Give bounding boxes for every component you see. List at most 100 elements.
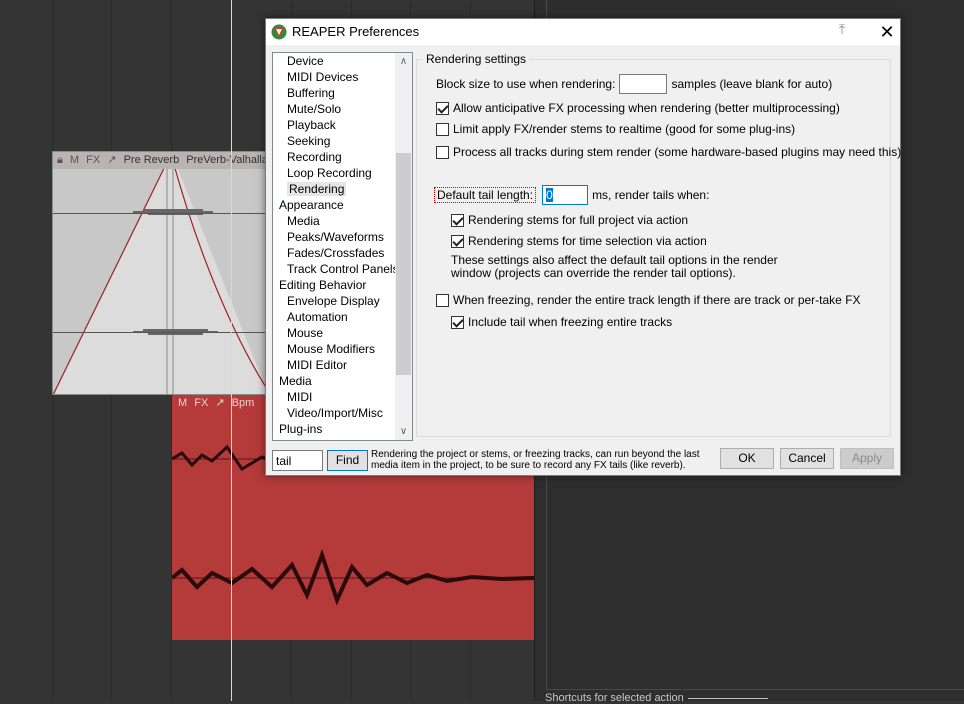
category-item[interactable]: Fades/Crossfades [273,245,396,261]
section-title: Rendering settings [423,52,530,66]
category-item[interactable]: Mouse [273,325,396,341]
category-label: Seeking [287,134,331,148]
category-item[interactable]: MIDI [273,389,396,405]
find-button[interactable]: Find [327,450,368,471]
category-item[interactable]: Plug-ins [273,421,396,437]
category-item[interactable]: Mouse Modifiers [273,341,396,357]
checkbox-label: When freezing, render the entire track l… [453,293,861,307]
category-item[interactable]: Editing Behavior [273,277,396,293]
checkbox-box[interactable] [436,122,449,136]
block-size-input[interactable] [619,74,668,94]
checkbox-label: Rendering stems for time selection via a… [468,234,707,248]
category-label: Buffering [287,86,335,100]
waveform-fade-graphic [53,152,267,394]
category-label: Playback [287,118,336,132]
item-name: Bpm [231,397,255,409]
checkbox-box[interactable] [451,234,464,248]
rendering-settings-group: Rendering settings [416,52,891,437]
category-list[interactable]: Device MIDI Devices Buffering Mute/Solo Play… [272,52,413,441]
checkbox-box[interactable] [436,101,449,115]
include-tail-checkbox[interactable]: Include tail when freezing entire tracks [451,315,672,329]
pin-icon[interactable]: ⤒ [834,21,850,41]
scroll-down-icon[interactable]: ∨ [395,423,412,440]
block-size-label: Block size to use when rendering: [436,77,616,91]
category-label: Editing Behavior [279,278,367,292]
freeze-entire-track-checkbox[interactable]: When freezing, render the entire track l… [436,293,861,307]
category-item[interactable]: Loop Recording [273,165,396,181]
category-label: Video/Import/Misc [287,406,383,420]
search-input[interactable] [272,450,323,471]
fx-button[interactable]: FX [194,397,208,409]
tail-length-label: Default tail length: [434,187,537,203]
setting-hint-text: Rendering the project or stems, or freez… [371,449,700,471]
limit-realtime-checkbox[interactable]: Limit apply FX/render stems to realtime … [436,122,795,136]
checkbox-box[interactable] [451,213,464,227]
category-item[interactable]: Recording [273,149,396,165]
process-all-tracks-checkbox[interactable]: Process all tracks during stem render (s… [436,145,901,159]
block-size-row: Block size to use when rendering: sample… [436,74,832,94]
category-item[interactable]: MIDI Editor [273,357,396,373]
mute-button[interactable]: M [178,397,187,409]
category-label: Plug-ins [279,422,323,436]
tail-length-input[interactable]: 0 [542,185,589,205]
category-label: Media [287,214,320,228]
category-item[interactable]: Track Control Panels [273,261,399,277]
category-label: Media [279,374,312,388]
envelope-icon[interactable]: ↗ [215,397,224,409]
category-item[interactable]: Envelope Display [273,293,396,309]
category-label: Automation [287,310,348,324]
category-label: MIDI Editor [287,358,348,372]
stems-time-selection-checkbox[interactable]: Rendering stems for time selection via a… [451,234,707,248]
category-item[interactable]: Buffering [273,85,396,101]
tail-settings-note: These settings also affect the default t… [451,253,778,280]
category-label: Mouse Modifiers [287,342,376,356]
preferences-dialog: REAPER Preferences ⤒ ✕ Device MIDI Device… [265,18,901,476]
category-items: Device MIDI Devices Buffering Mute/Solo Play… [273,53,399,437]
ok-button[interactable]: OK [720,448,774,469]
category-label: Mute/Solo [287,102,342,116]
reaper-logo-icon [271,24,287,40]
checkbox-box[interactable] [451,315,464,329]
cancel-button[interactable]: Cancel [780,448,834,469]
category-item[interactable]: MIDI Devices [273,69,396,85]
category-item[interactable]: Seeking [273,133,396,149]
category-label: Appearance [279,198,344,212]
category-label: Rendering [287,182,347,196]
category-item[interactable]: Rendering [273,181,396,197]
mute-button[interactable]: M [70,154,79,166]
play-cursor[interactable] [231,0,232,701]
waveform-centerline [53,332,267,333]
category-item[interactable]: Mute/Solo [273,101,396,117]
category-item[interactable]: Media [273,373,396,389]
tail-length-suffix: ms, render tails when: [592,188,710,202]
category-item[interactable]: Peaks/Waveforms [273,229,396,245]
title-bar[interactable]: REAPER Preferences ⤒ ✕ [266,19,900,45]
media-item-header[interactable]: 🔒︎ M FX ↗ Pre Reverb PreVerb-ValhallaVi [53,152,267,169]
category-item[interactable]: Media [273,213,396,229]
item-name: Pre Reverb [123,154,180,166]
close-button[interactable]: ✕ [874,20,900,44]
category-label: Device [287,54,324,68]
checkbox-label: Process all tracks during stem render (s… [453,145,902,159]
checkbox-box[interactable] [436,145,449,159]
stems-full-project-checkbox[interactable]: Rendering stems for full project via act… [451,213,688,227]
category-item[interactable]: Playback [273,117,396,133]
media-item-pre-reverb[interactable]: 🔒︎ M FX ↗ Pre Reverb PreVerb-ValhallaVi [52,151,268,395]
category-label: Recording [287,150,342,164]
category-item[interactable]: Appearance [273,197,396,213]
checkbox-label: Rendering stems for full project via act… [468,213,689,227]
anticipative-fx-checkbox[interactable]: Allow anticipative FX processing when re… [436,101,840,115]
fx-button[interactable]: FX [86,154,100,166]
block-size-suffix: samples (leave blank for auto) [671,77,833,91]
lock-icon[interactable]: 🔒︎ [57,154,63,166]
scrollbar-thumb[interactable] [396,153,411,375]
category-label: Track Control Panels [287,262,399,276]
scroll-up-icon[interactable]: ∧ [395,53,412,70]
category-scrollbar[interactable]: ∧ ∨ [395,53,412,440]
category-item[interactable]: Automation [273,309,396,325]
apply-button[interactable]: Apply [840,448,894,469]
category-item[interactable]: Device [273,53,396,69]
envelope-icon[interactable]: ↗ [107,154,116,166]
category-item[interactable]: Video/Import/Misc [273,405,396,421]
checkbox-box[interactable] [436,293,449,307]
